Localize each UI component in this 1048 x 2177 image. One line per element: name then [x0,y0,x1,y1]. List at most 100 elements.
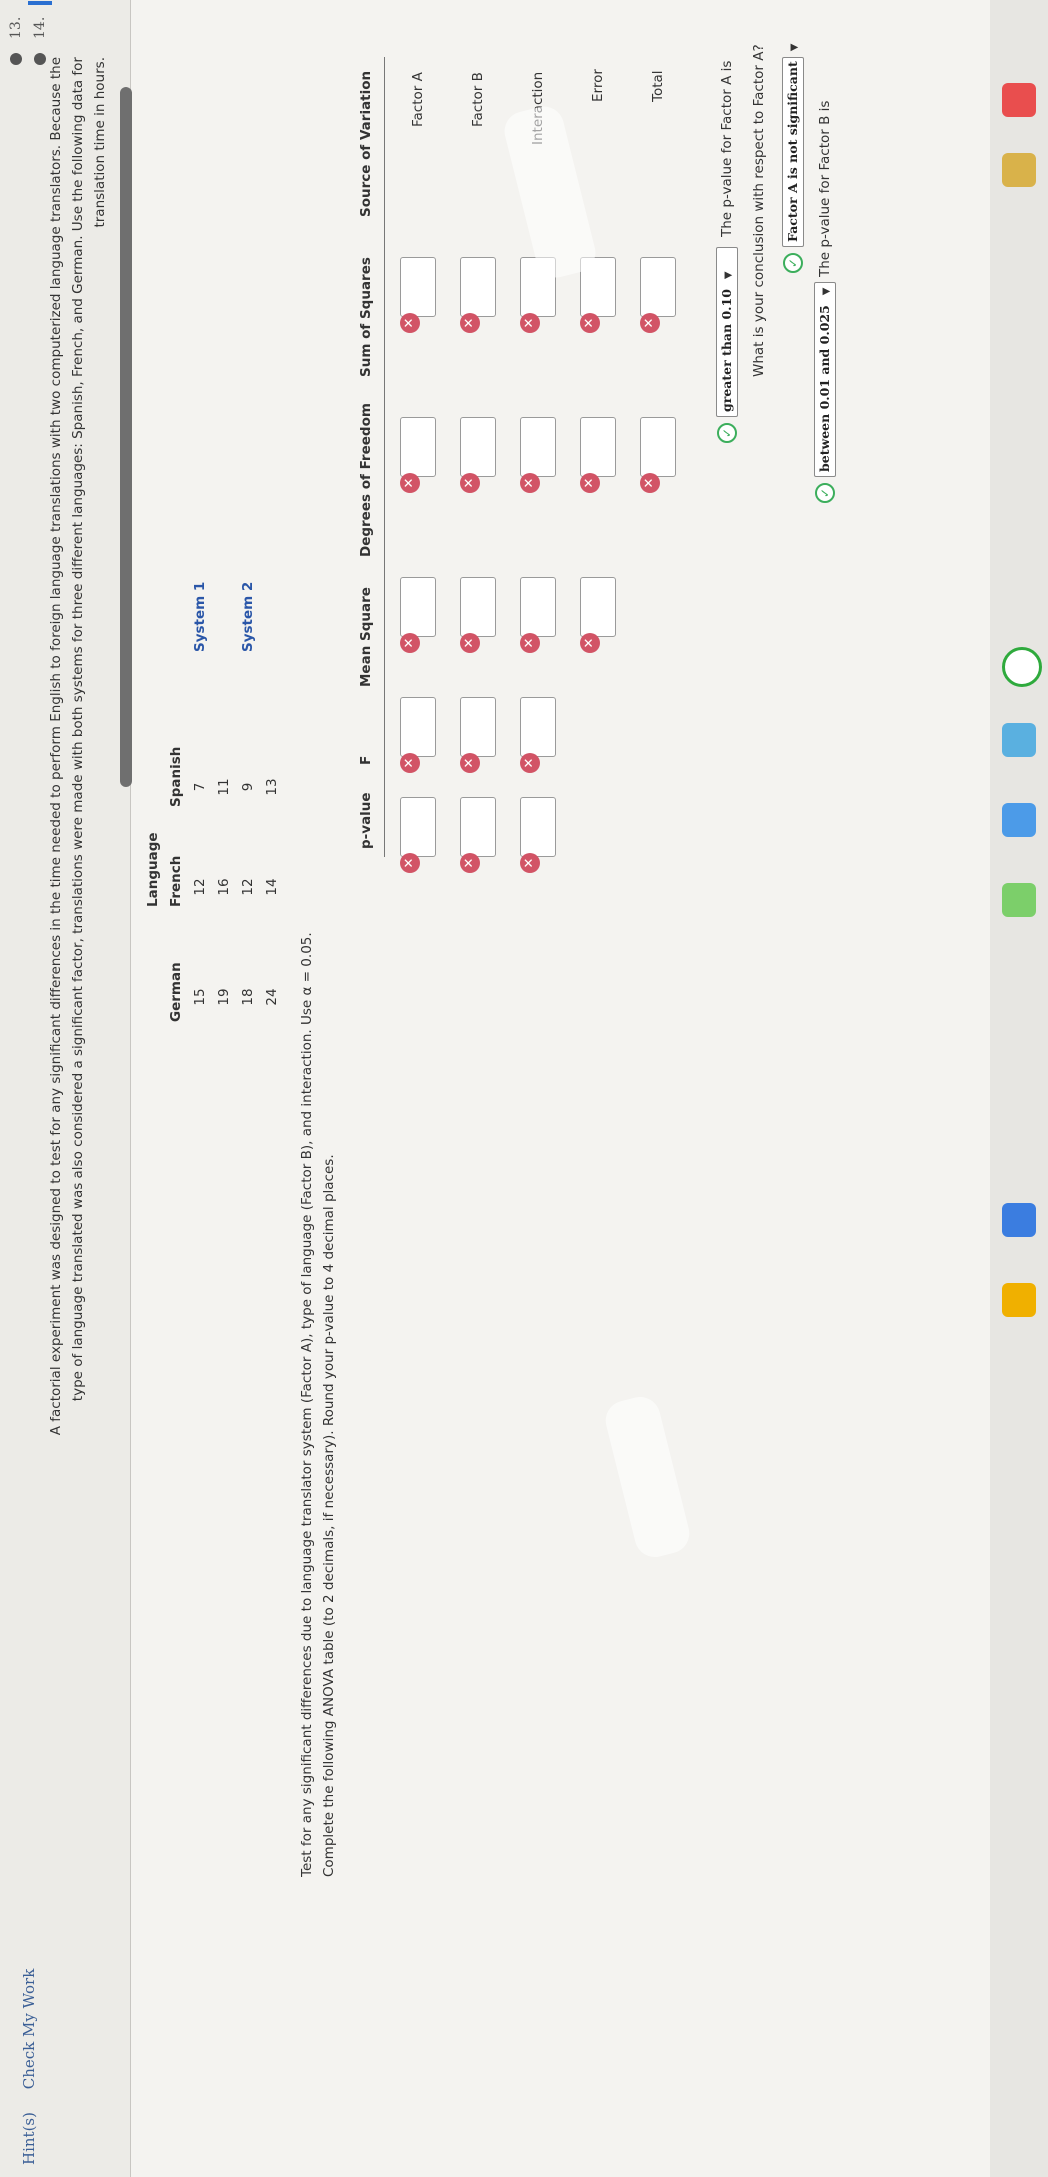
row-factor-b: Factor B [470,72,486,127]
instruction-line: Test for any significant differences due… [299,932,315,1877]
cell: 15 [192,988,208,1006]
header-links: Hint(s) Check My Work [20,1951,38,2165]
ss-factor-a-input[interactable] [400,257,436,317]
anova-header: F [358,755,374,765]
conclusion-a-select[interactable]: Factor A is not significant ▼ [782,44,804,247]
row-total: Total [650,70,666,102]
problem-text: A factorial experiment was designed to t… [45,57,111,2107]
anova-header: Mean Square [358,587,374,687]
ss-total-input[interactable] [640,257,676,317]
pvalue-b-select-value: between 0.01 and 0.025 [817,305,832,472]
app-icon[interactable] [1002,647,1042,687]
col-german: German [168,962,184,1022]
cell: 24 [264,988,280,1006]
anova-header: Degrees of Freedom [358,403,374,557]
incorrect-icon: ✕ [640,313,660,333]
ms-error-input[interactable] [580,577,616,637]
correct-icon: ✓ [783,253,803,273]
incorrect-icon: ✕ [460,753,480,773]
app-icon[interactable] [1002,723,1036,757]
cell: 13 [264,778,280,796]
language-header: Language [145,832,161,907]
incorrect-icon: ✕ [580,473,600,493]
app-icon[interactable] [1002,803,1036,837]
app-icon[interactable] [1002,153,1036,187]
instruction-line: Complete the following ANOVA table (to 2… [321,1154,337,1877]
incorrect-icon: ✕ [520,853,540,873]
correct-icon: ✓ [815,483,835,503]
incorrect-icon: ✕ [520,313,540,333]
df-error-input[interactable] [580,417,616,477]
check-work-link[interactable]: Check My Work [20,1969,38,2090]
cell: 7 [192,782,208,792]
incorrect-icon: ✕ [400,853,420,873]
photo-stage: 13. 14. Hint(s) Check My Work ✕ A factor… [0,0,1048,2177]
incorrect-icon: ✕ [460,473,480,493]
f-factor-b-input[interactable] [460,697,496,757]
row-factor-a: Factor A [410,72,426,127]
df-factor-a-input[interactable] [400,417,436,477]
cell: 19 [216,988,232,1006]
chevron-down-icon: ▼ [821,287,832,296]
header-rule [384,57,385,857]
question-number[interactable]: 13. [8,9,24,39]
cell: 9 [240,782,256,792]
ms-interaction-input[interactable] [520,577,556,637]
screen-glare [601,1392,694,1562]
chevron-down-icon: ▼ [723,271,734,280]
incorrect-icon: ✕ [640,473,660,493]
instructions: Test for any significant differences due… [296,57,340,1877]
cell: 18 [240,988,256,1006]
problem-line: translation time in hours. [92,57,108,228]
p-factor-b-input[interactable] [460,797,496,857]
pvalue-b-text: The p-value for Factor B is [817,100,833,277]
hint-link[interactable]: Hint(s) [20,2112,38,2165]
screen-glare [500,102,600,282]
cell: 16 [216,878,232,896]
incorrect-icon: ✕ [520,473,540,493]
app-icon[interactable] [1002,1203,1036,1237]
ss-factor-b-input[interactable] [460,257,496,317]
app-icon[interactable] [1002,83,1036,117]
app-icon[interactable] [1002,883,1036,917]
incorrect-icon: ✕ [400,753,420,773]
incorrect-icon: ✕ [400,633,420,653]
ms-factor-a-input[interactable] [400,577,436,637]
col-spanish: Spanish [168,746,184,807]
p-interaction-input[interactable] [520,797,556,857]
system-1-label: System 1 [192,581,208,652]
screen: 13. 14. Hint(s) Check My Work ✕ A factor… [0,0,1048,2177]
anova-header: Sum of Squares [358,257,374,377]
question-number[interactable]: 14. [32,9,48,39]
df-total-input[interactable] [640,417,676,477]
pvalue-a-select-value: greater than 0.10 [719,289,734,412]
scrollbar[interactable] [120,87,132,787]
incorrect-icon: ✕ [520,753,540,773]
df-interaction-input[interactable] [520,417,556,477]
incorrect-icon: ✕ [460,853,480,873]
anova-header: p-value [358,792,374,849]
ms-factor-b-input[interactable] [460,577,496,637]
f-interaction-input[interactable] [520,697,556,757]
question-status-dot [10,53,22,65]
taskbar [990,0,1048,2177]
incorrect-icon: ✕ [520,633,540,653]
problem-line: A factorial experiment was designed to t… [48,57,64,1436]
p-factor-a-input[interactable] [400,797,436,857]
cell: 12 [192,878,208,896]
cell: 11 [216,778,232,796]
conclusion-a-question: What is your conclusion with respect to … [751,44,767,377]
chevron-down-icon: ▼ [789,43,800,52]
active-question-marker [28,1,52,5]
df-factor-b-input[interactable] [460,417,496,477]
cell: 12 [240,878,256,896]
conclusion-a-select-value: Factor A is not significant [785,61,800,242]
app-icon[interactable] [1002,1283,1036,1317]
pvalue-a-select[interactable]: greater than 0.10 ▼ [716,247,738,417]
incorrect-icon: ✕ [460,633,480,653]
col-french: French [168,855,184,907]
anova-header: Source of Variation [358,70,374,217]
pvalue-b-select[interactable]: between 0.01 and 0.025 ▼ [814,282,836,477]
f-factor-a-input[interactable] [400,697,436,757]
cell: 14 [264,878,280,896]
